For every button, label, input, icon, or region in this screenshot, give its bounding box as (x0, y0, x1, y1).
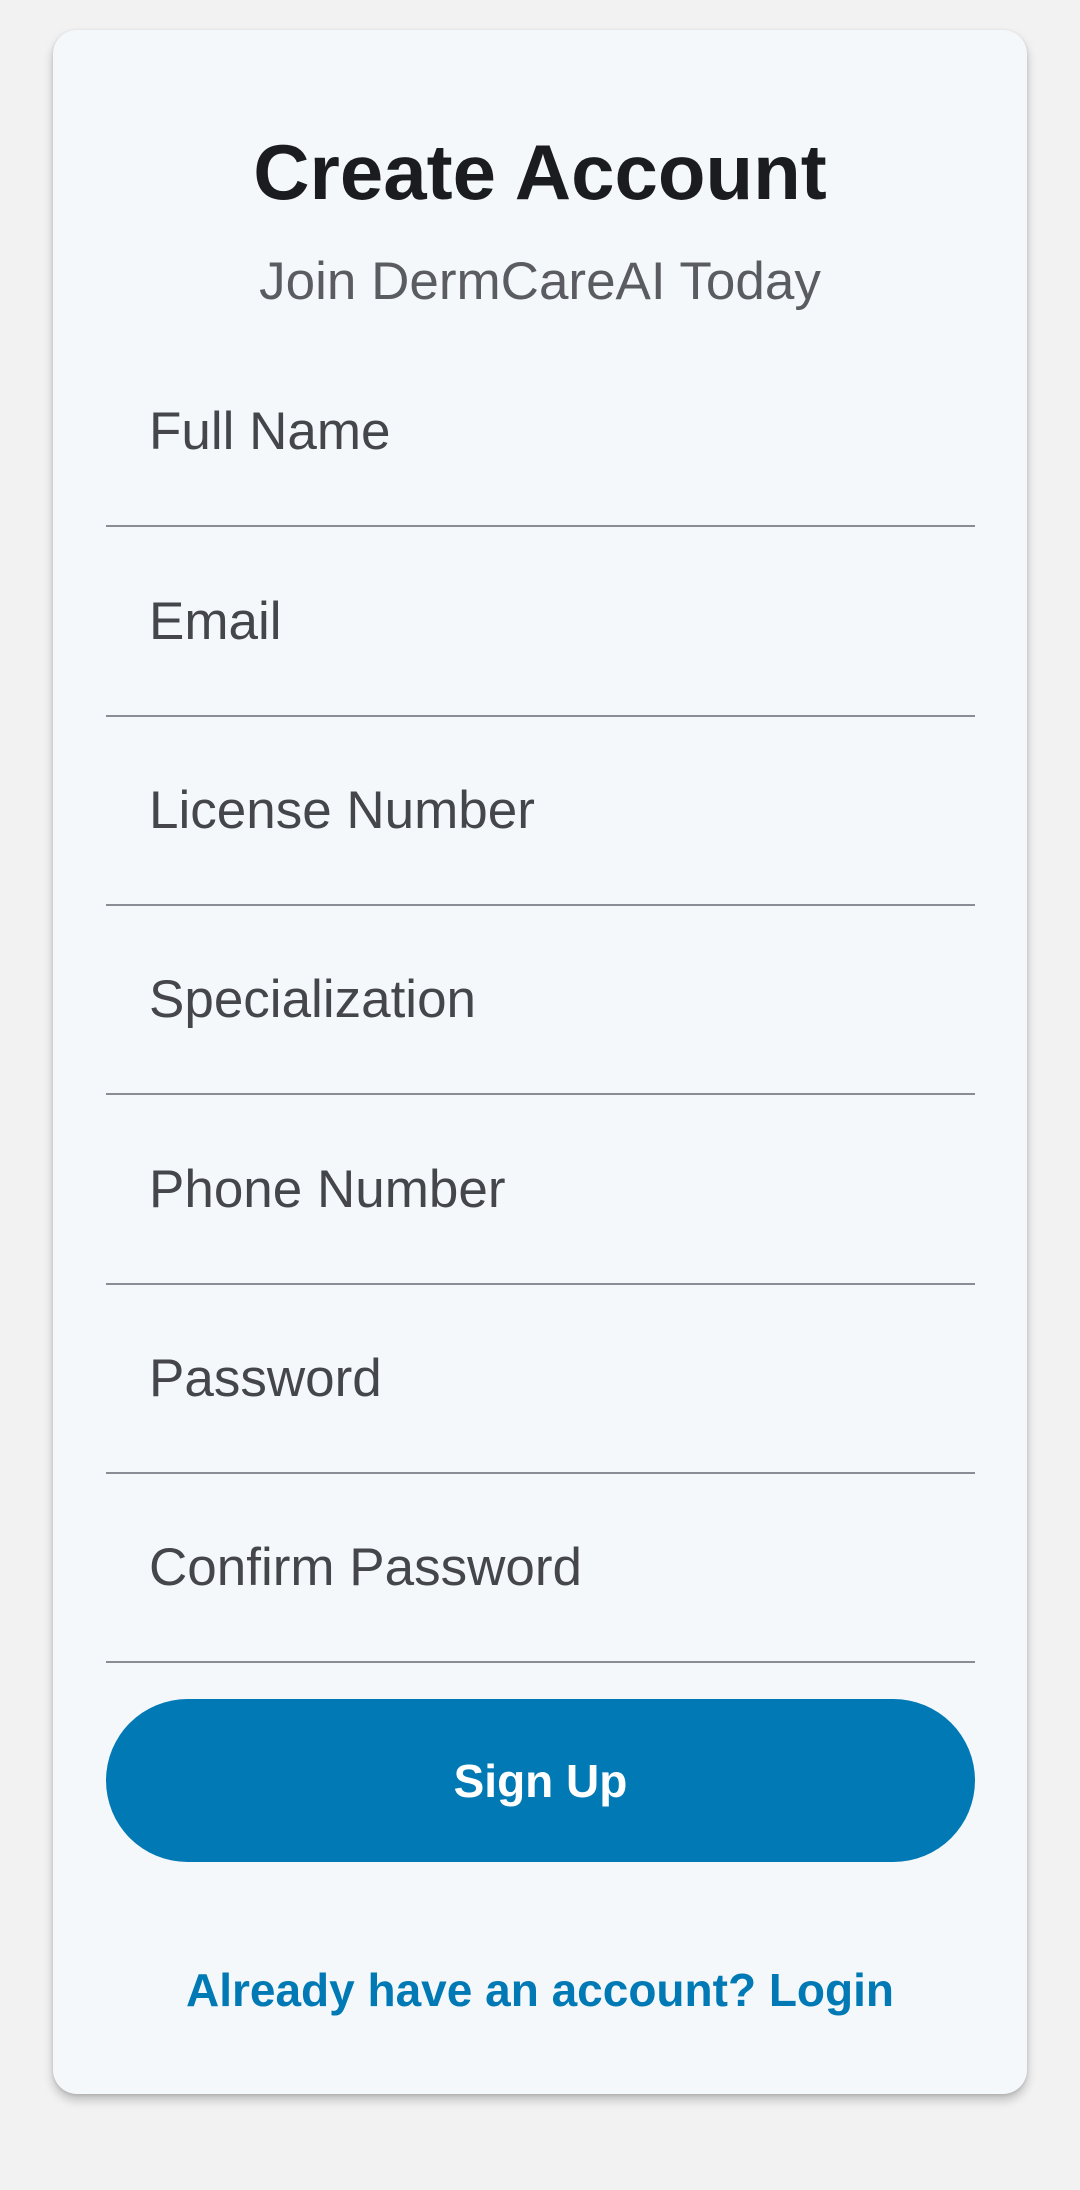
password-input[interactable] (106, 1284, 975, 1472)
email-field (106, 527, 975, 717)
full-name-input[interactable] (106, 337, 975, 525)
specialization-input[interactable] (106, 905, 975, 1093)
full-name-field (106, 337, 975, 527)
confirm-password-field (106, 1473, 975, 1663)
confirm-password-input[interactable] (106, 1473, 975, 1661)
license-number-input[interactable] (106, 716, 975, 904)
phone-number-field (106, 1095, 975, 1285)
page-title: Create Account (253, 128, 827, 216)
password-field (106, 1284, 975, 1474)
signup-card: Create Account Join DermCareAI Today Sig… (53, 30, 1027, 2094)
specialization-field (106, 905, 975, 1095)
email-input[interactable] (106, 527, 975, 715)
login-link[interactable]: Already have an account? Login (53, 1960, 1027, 2020)
sign-up-button[interactable]: Sign Up (106, 1699, 975, 1862)
page-subtitle: Join DermCareAI Today (259, 252, 821, 311)
phone-number-input[interactable] (106, 1095, 975, 1283)
license-number-field (106, 716, 975, 906)
